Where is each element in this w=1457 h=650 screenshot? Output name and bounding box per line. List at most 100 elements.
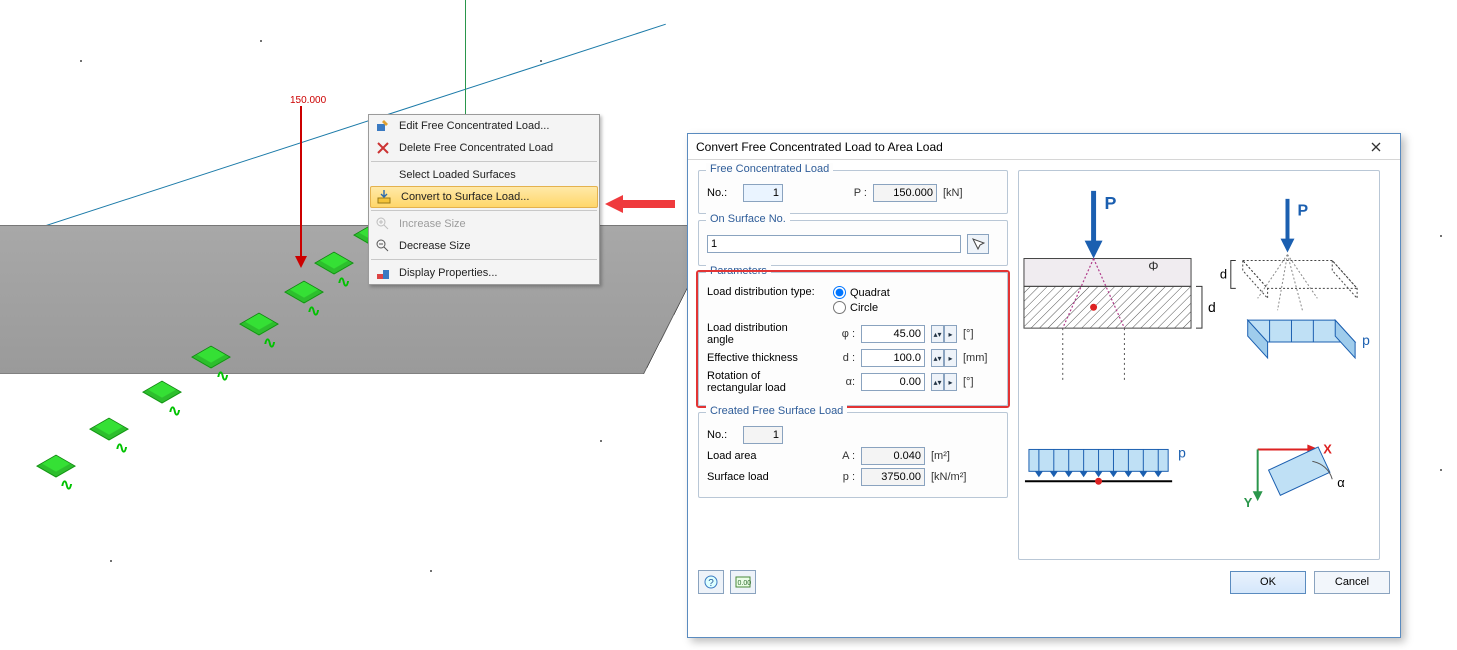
label-surface-load: Surface load bbox=[707, 471, 827, 483]
label-area: Load area bbox=[707, 450, 827, 462]
input-surface-no[interactable] bbox=[707, 235, 961, 253]
menu-decrease-size[interactable]: Decrease Size bbox=[369, 235, 599, 257]
spring-icon: ∿ bbox=[168, 401, 188, 421]
input-angle[interactable] bbox=[861, 325, 925, 343]
diagram-label-psmall2: p bbox=[1362, 332, 1370, 348]
diagram-label-y: Y bbox=[1244, 495, 1253, 510]
spring-icon: ∿ bbox=[216, 366, 236, 386]
label-no: No.: bbox=[707, 429, 737, 441]
load-value-label: 150.000 bbox=[290, 95, 326, 106]
diagram-panel: P Φ d bbox=[1018, 170, 1380, 560]
context-menu: Edit Free Concentrated Load... Delete Fr… bbox=[368, 114, 600, 285]
menu-convert-to-surface-load[interactable]: Convert to Surface Load... bbox=[370, 186, 598, 208]
spinner-thickness[interactable]: ▴▾▸ bbox=[931, 349, 957, 367]
pick-surface-button[interactable] bbox=[967, 234, 989, 254]
dialog-title: Convert Free Concentrated Load to Area L… bbox=[696, 140, 943, 154]
menu-delete-load[interactable]: Delete Free Concentrated Load bbox=[369, 137, 599, 159]
spinner-rotation[interactable]: ▴▾▸ bbox=[931, 373, 957, 391]
delete-icon bbox=[373, 139, 393, 157]
menu-edit-load[interactable]: Edit Free Concentrated Load... bbox=[369, 115, 599, 137]
support-node bbox=[142, 381, 182, 404]
unit-kn: [kN] bbox=[943, 187, 963, 199]
symbol-d: d : bbox=[833, 352, 855, 364]
diagram-label-p2: P bbox=[1297, 203, 1308, 220]
menu-item-label: Edit Free Concentrated Load... bbox=[399, 120, 549, 132]
symbol-phi: φ : bbox=[833, 328, 855, 340]
dialog-titlebar[interactable]: Convert Free Concentrated Load to Area L… bbox=[688, 134, 1400, 160]
radio-quadrat-input[interactable] bbox=[833, 286, 846, 299]
callout-arrow bbox=[605, 195, 675, 213]
label-p: P : bbox=[845, 187, 867, 199]
grid-dot bbox=[110, 560, 112, 562]
radio-quadrat[interactable]: Quadrat bbox=[833, 286, 890, 299]
grid-dot bbox=[600, 440, 602, 442]
grid-dot bbox=[260, 40, 262, 42]
menu-item-label: Convert to Surface Load... bbox=[401, 191, 529, 203]
input-rotation[interactable] bbox=[861, 373, 925, 391]
radio-label: Circle bbox=[850, 302, 878, 314]
menu-separator bbox=[371, 161, 597, 162]
unit-mm: [mm] bbox=[963, 352, 987, 364]
diagram-label-d1: d bbox=[1208, 299, 1216, 315]
group-legend: On Surface No. bbox=[706, 213, 790, 225]
spinner-angle[interactable]: ▴▾▸ bbox=[931, 325, 957, 343]
symbol-a: A : bbox=[833, 450, 855, 462]
help-button[interactable]: ? bbox=[698, 570, 724, 594]
menu-item-label: Select Loaded Surfaces bbox=[399, 169, 516, 181]
group-legend: Created Free Surface Load bbox=[706, 405, 847, 417]
label-no: No.: bbox=[707, 187, 737, 199]
grid-dot bbox=[1440, 235, 1442, 237]
convert-load-icon bbox=[375, 188, 395, 206]
label-angle: Load distribution angle bbox=[707, 322, 827, 346]
blank-icon bbox=[373, 166, 393, 184]
spring-icon: ∿ bbox=[60, 475, 80, 495]
label-distribution-type: Load distribution type: bbox=[707, 286, 827, 298]
diagram-svg: P Φ d bbox=[1019, 171, 1379, 559]
cancel-button[interactable]: Cancel bbox=[1314, 571, 1390, 594]
input-thickness[interactable] bbox=[861, 349, 925, 367]
edit-load-icon bbox=[373, 117, 393, 135]
menu-display-properties[interactable]: Display Properties... bbox=[369, 262, 599, 284]
menu-item-label: Increase Size bbox=[399, 218, 466, 230]
properties-icon bbox=[373, 264, 393, 282]
input-load-p bbox=[873, 184, 937, 202]
svg-text:0.00: 0.00 bbox=[738, 580, 752, 587]
zoom-out-icon bbox=[373, 237, 393, 255]
menu-item-label: Decrease Size bbox=[399, 240, 471, 252]
unit-deg: [°] bbox=[963, 328, 974, 340]
surface-slab[interactable] bbox=[0, 225, 720, 374]
radio-circle[interactable]: Circle bbox=[833, 301, 890, 314]
svg-text:?: ? bbox=[708, 578, 714, 589]
spring-icon: ∿ bbox=[337, 272, 357, 292]
group-free-concentrated-load: Free Concentrated Load No.: P : [kN] bbox=[698, 170, 1008, 214]
radio-circle-input[interactable] bbox=[833, 301, 846, 314]
menu-select-surfaces[interactable]: Select Loaded Surfaces bbox=[369, 164, 599, 186]
menu-increase-size: Increase Size bbox=[369, 213, 599, 235]
label-thickness: Effective thickness bbox=[707, 352, 827, 364]
spring-icon: ∿ bbox=[263, 333, 283, 353]
menu-item-label: Delete Free Concentrated Load bbox=[399, 142, 553, 154]
menu-separator bbox=[371, 259, 597, 260]
unit-knm2: [kN/m²] bbox=[931, 471, 966, 483]
diagram-label-d2: d bbox=[1220, 266, 1227, 281]
symbol-alpha: α: bbox=[833, 376, 855, 388]
close-button[interactable] bbox=[1358, 137, 1394, 157]
diagram-label-alpha: α bbox=[1337, 475, 1345, 490]
ok-button[interactable]: OK bbox=[1230, 571, 1306, 594]
units-button[interactable]: 0.00 bbox=[730, 570, 756, 594]
units-icon: 0.00 bbox=[735, 575, 751, 589]
input-area bbox=[861, 447, 925, 465]
convert-load-dialog: Convert Free Concentrated Load to Area L… bbox=[687, 133, 1401, 638]
help-icon: ? bbox=[704, 575, 718, 589]
concentrated-load-arrow[interactable] bbox=[295, 106, 307, 268]
radio-label: Quadrat bbox=[850, 287, 890, 299]
symbol-p: p : bbox=[833, 471, 855, 483]
unit-deg: [°] bbox=[963, 376, 974, 388]
support-node bbox=[36, 455, 76, 478]
grid-dot bbox=[1440, 469, 1442, 471]
support-node bbox=[89, 418, 129, 441]
input-created-no bbox=[743, 426, 783, 444]
group-legend: Free Concentrated Load bbox=[706, 163, 833, 175]
group-on-surface: On Surface No. bbox=[698, 220, 1008, 266]
input-load-no[interactable] bbox=[743, 184, 783, 202]
